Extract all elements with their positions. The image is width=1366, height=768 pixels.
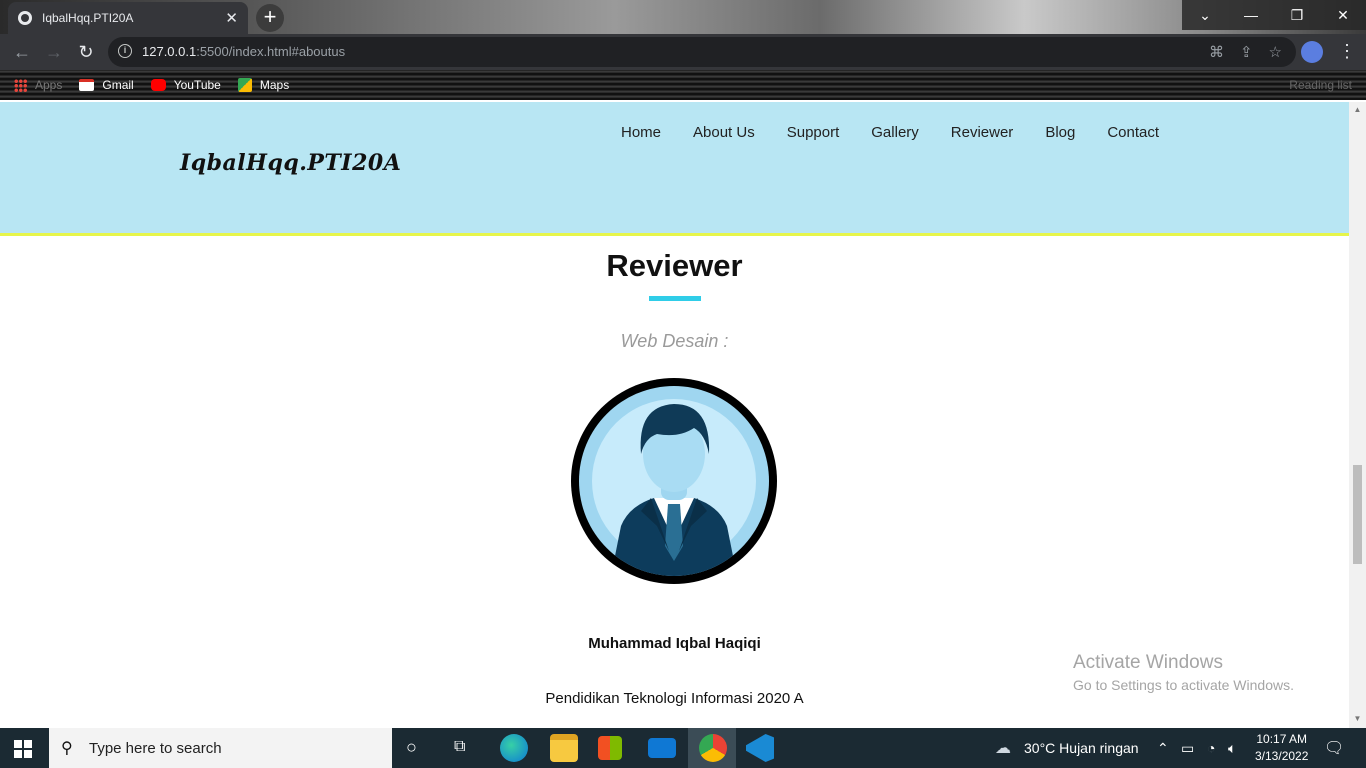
tab-close-icon[interactable]: ✕ xyxy=(225,9,238,27)
new-tab-button[interactable]: + xyxy=(256,4,284,32)
bookmark-star-icon[interactable]: ☆ xyxy=(1269,43,1282,61)
reviewer-avatar xyxy=(571,378,777,584)
site-logo[interactable]: IqbalHqq.PTI20A xyxy=(180,150,401,176)
nav-blog[interactable]: Blog xyxy=(1045,124,1075,141)
chrome-icon xyxy=(699,734,727,762)
site-nav: Home About Us Support Gallery Reviewer B… xyxy=(605,124,1175,141)
page-viewport: IqbalHqq.PTI20A Home About Us Support Ga… xyxy=(0,102,1349,728)
bookmark-apps[interactable]: Apps xyxy=(14,78,62,92)
forward-arrow-icon[interactable]: → xyxy=(43,41,65,63)
nav-contact[interactable]: Contact xyxy=(1107,124,1159,141)
volume-icon[interactable]: 🔈︎ xyxy=(1228,740,1236,757)
bookmark-gmail[interactable]: Gmail xyxy=(79,78,134,92)
nav-reviewer[interactable]: Reviewer xyxy=(951,124,1014,141)
bookmark-label: Maps xyxy=(259,78,290,92)
vscode-icon[interactable] xyxy=(746,734,774,762)
profile-avatar-icon[interactable] xyxy=(1301,41,1323,63)
store-icon[interactable] xyxy=(598,736,622,760)
bookmark-label: Gmail xyxy=(102,78,134,92)
site-info-icon[interactable]: i xyxy=(118,44,132,58)
battery-icon[interactable]: ▭ xyxy=(1181,740,1194,757)
url-text: 127.0.0.1:5500/index.html#aboutus xyxy=(142,44,345,59)
wifi-icon[interactable]: ◔ xyxy=(1207,740,1215,756)
windows-start-icon[interactable] xyxy=(14,740,32,758)
edge-icon[interactable] xyxy=(500,734,528,762)
file-explorer-icon[interactable] xyxy=(550,734,578,762)
page-scrollbar[interactable]: ▲ ▼ xyxy=(1349,102,1366,728)
youtube-icon xyxy=(150,79,166,91)
scroll-thumb[interactable] xyxy=(1353,465,1362,564)
globe-icon xyxy=(18,11,32,25)
bookmarks-bar: Apps Gmail YouTube Maps Reading list xyxy=(0,70,1366,100)
taskbar-clock[interactable]: 10:17 AM 3/13/2022 xyxy=(1255,731,1308,765)
back-arrow-icon[interactable]: ← xyxy=(11,41,33,63)
window-controls: ⌄ — ❐ ✕ xyxy=(1182,0,1366,30)
site-header: IqbalHqq.PTI20A Home About Us Support Ga… xyxy=(0,102,1349,236)
tab-title: IqbalHqq.PTI20A xyxy=(42,11,134,25)
weather-cloud-icon[interactable]: ☁ xyxy=(995,738,1011,758)
maps-icon xyxy=(237,78,252,92)
nav-about-us[interactable]: About Us xyxy=(693,124,755,141)
address-bar[interactable]: i 127.0.0.1:5500/index.html#aboutus ⌘ ⇪ … xyxy=(108,37,1296,67)
watermark-title: Activate Windows xyxy=(1073,652,1223,673)
notifications-icon[interactable]: 🗨︎ xyxy=(1324,738,1344,758)
mail-icon[interactable] xyxy=(648,738,676,758)
close-window-button[interactable]: ✕ xyxy=(1320,0,1366,30)
title-underline xyxy=(649,296,701,301)
browser-title-bar: IqbalHqq.PTI20A ✕ + ⌄ — ❐ ✕ xyxy=(0,0,1366,34)
task-view-icon[interactable]: ⧉ xyxy=(454,738,465,756)
taskbar-search-box[interactable]: ⚲ Type here to search xyxy=(49,728,392,768)
reading-list-button[interactable]: Reading list xyxy=(1289,78,1352,92)
share-icon[interactable]: ⇪ xyxy=(1240,43,1253,61)
menu-dots-icon[interactable]: ⋮ xyxy=(1338,40,1356,62)
translate-icon[interactable]: ⌘ xyxy=(1209,43,1224,61)
weather-text[interactable]: 30°C Hujan ringan xyxy=(1024,740,1139,756)
tab-search-button[interactable]: ⌄ xyxy=(1182,0,1228,30)
reviewer-name: Muhammad Iqbal Haqiqi xyxy=(588,635,761,652)
activate-windows-watermark: Activate Windows Go to Settings to activ… xyxy=(1073,652,1294,693)
search-placeholder: Type here to search xyxy=(89,739,222,757)
browser-toolbar: ← → ↻ i 127.0.0.1:5500/index.html#aboutu… xyxy=(0,34,1366,70)
apps-icon xyxy=(14,78,27,92)
restore-button[interactable]: ❐ xyxy=(1274,0,1320,30)
bookmark-label: YouTube xyxy=(173,78,221,92)
cortana-icon[interactable]: ○ xyxy=(406,737,417,758)
section-subtitle: Web Desain : xyxy=(620,331,729,351)
nav-gallery[interactable]: Gallery xyxy=(871,124,919,141)
url-host: 127.0.0.1 xyxy=(142,44,197,59)
windows-taskbar: ⚲ Type here to search ○ ⧉ ☁ 30°C Hujan r… xyxy=(0,728,1366,768)
url-path: :5500/index.html#aboutus xyxy=(196,44,346,59)
watermark-subtitle: Go to Settings to activate Windows. xyxy=(1073,677,1294,693)
bookmark-label: Apps xyxy=(35,78,63,92)
reload-icon[interactable]: ↻ xyxy=(75,41,97,63)
search-icon: ⚲ xyxy=(61,740,73,757)
minimize-button[interactable]: — xyxy=(1228,0,1274,30)
bookmark-maps[interactable]: Maps xyxy=(237,78,290,92)
gmail-icon xyxy=(79,79,95,91)
browser-tab[interactable]: IqbalHqq.PTI20A ✕ xyxy=(8,2,248,34)
clock-date: 3/13/2022 xyxy=(1255,749,1309,763)
clock-time: 10:17 AM xyxy=(1256,732,1308,746)
scroll-down-icon[interactable]: ▼ xyxy=(1353,714,1362,724)
scroll-up-icon[interactable]: ▲ xyxy=(1353,105,1362,115)
section-title: Reviewer xyxy=(606,248,743,283)
nav-support[interactable]: Support xyxy=(787,124,840,141)
nav-home[interactable]: Home xyxy=(621,124,661,141)
bookmark-youtube[interactable]: YouTube xyxy=(150,78,221,92)
tray-chevron-icon[interactable]: ⌃ xyxy=(1157,740,1169,757)
